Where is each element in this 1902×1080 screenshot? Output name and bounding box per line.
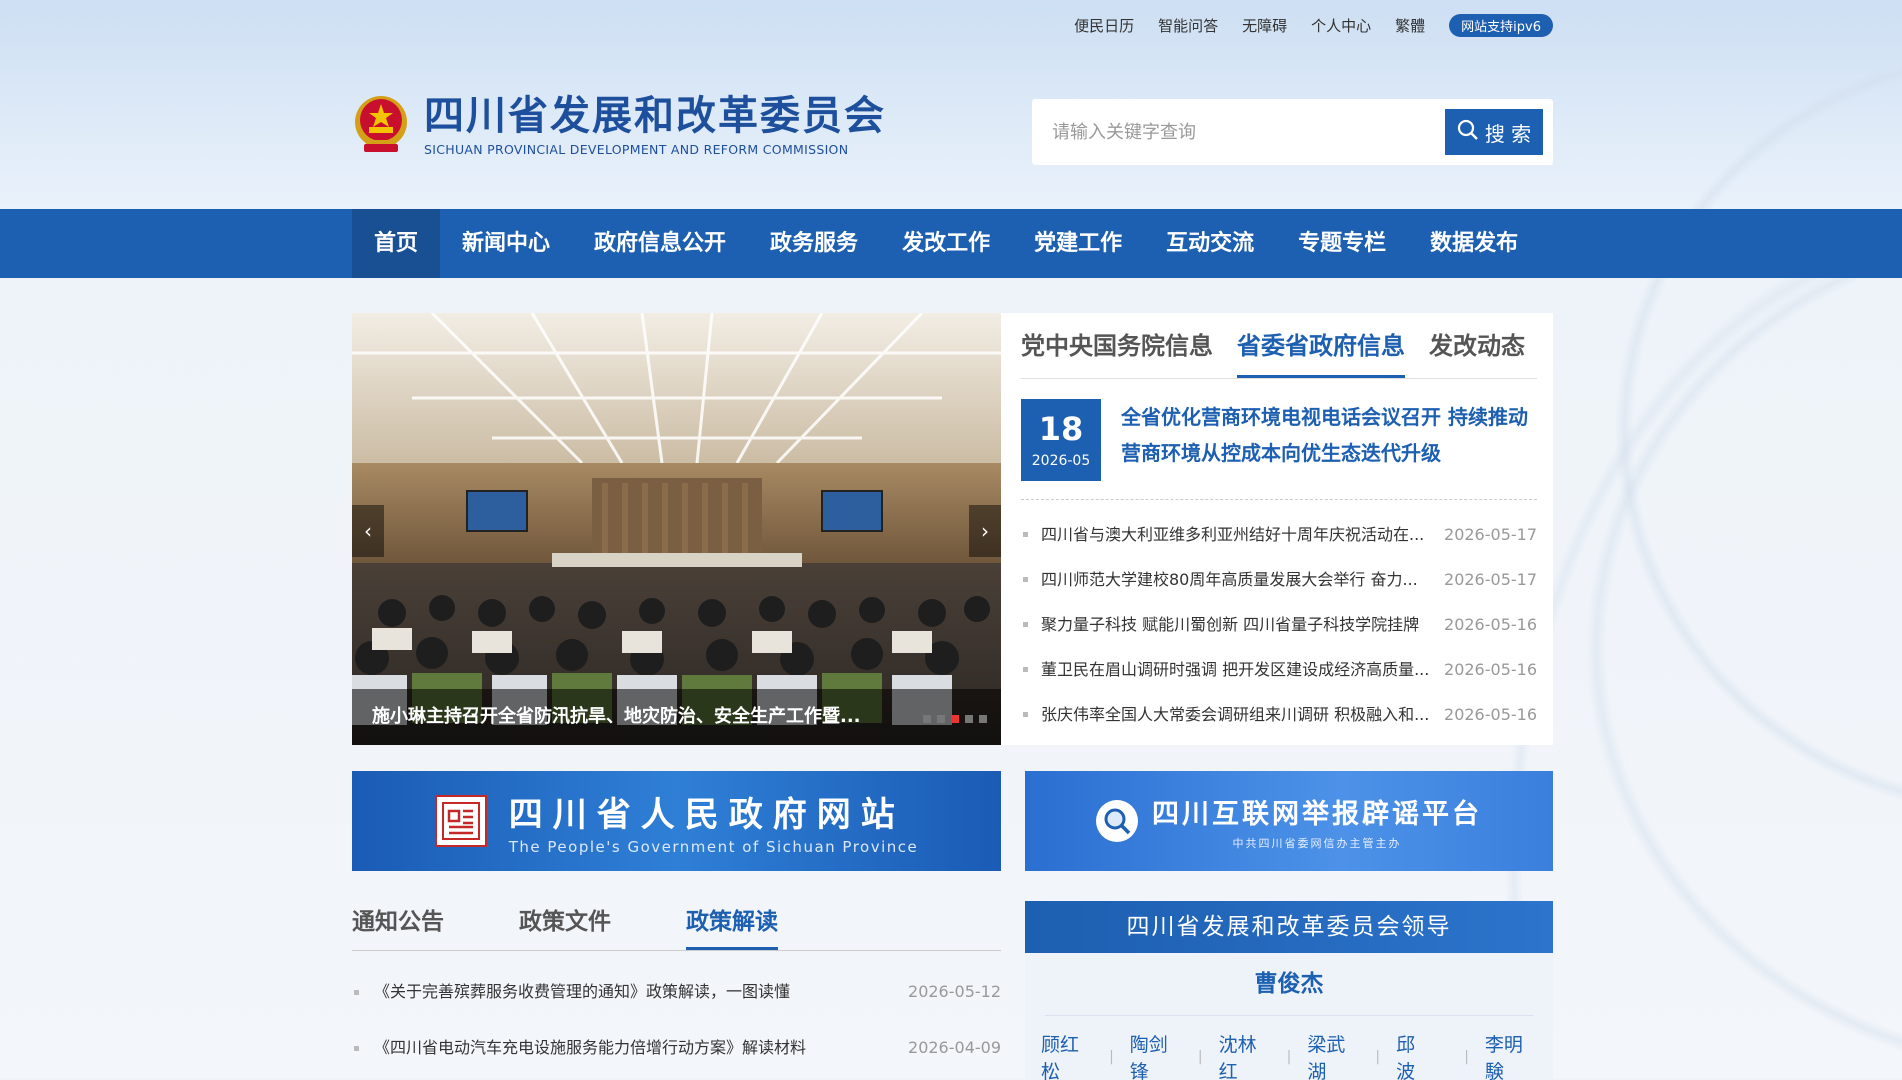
list-item[interactable]: 董卫民在眉山调研时强调 把开发区建设成经济高质量... 2026-05-16 (1021, 647, 1537, 692)
policy-date: 2026-04-09 (908, 1038, 1001, 1057)
sichuan-seal-icon (434, 795, 487, 847)
policy-title[interactable]: 《四川省电动汽车充电设施服务能力倍增行动方案》解读材料 (352, 1020, 806, 1076)
headline-news[interactable]: 18 2026-05 全省优化营商环境电视电话会议召开 持续推动营商环境从控成本… (1021, 379, 1537, 500)
ipv6-badge[interactable]: 网站支持ipv6 (1449, 14, 1553, 37)
tab-reform-news[interactable]: 发改动态 (1429, 313, 1525, 378)
main-nav: 首页 新闻中心 政府信息公开 政务服务 发改工作 党建工作 互动交流 专题专栏 … (0, 209, 1902, 278)
news-date: 2026-05-16 (1444, 705, 1537, 724)
headline-title[interactable]: 全省优化营商环境电视电话会议召开 持续推动营商环境从控成本向优生态迭代升级 (1121, 399, 1537, 481)
news-date: 2026-05-17 (1444, 525, 1537, 544)
meeting-hall-photo (352, 313, 1001, 745)
news-title[interactable]: 董卫民在眉山调研时强调 把开发区建设成经济高质量... (1021, 647, 1441, 692)
news-tabs: 党中央国务院信息 省委省政府信息 发改动态 (1021, 313, 1537, 379)
slider-dot[interactable] (937, 715, 945, 723)
site-name-en: SICHUAN PROVINCIAL DEVELOPMENT AND REFOR… (424, 141, 849, 157)
search-button[interactable]: 搜 索 (1445, 109, 1543, 155)
news-title[interactable]: 聚力量子科技 赋能川蜀创新 四川省量子科技学院挂牌 (1021, 602, 1441, 647)
slider-next-button[interactable]: › (969, 505, 1001, 557)
site-logo[interactable]: 四川省发展和改革委员会 SICHUAN PROVINCIAL DEVELOPME… (352, 92, 886, 158)
news-date: 2026-05-16 (1444, 660, 1537, 679)
top-link-traditional-chinese[interactable]: 繁體 (1395, 15, 1425, 36)
leader-director[interactable]: 曹俊杰 (1045, 953, 1533, 1016)
banner-provincial-government[interactable]: 四川省人民政府网站 The People's Government of Sic… (352, 771, 1001, 871)
list-item[interactable]: 四川省与澳大利亚维多利亚州结好十周年庆祝活动在... 2026-05-17 (1021, 512, 1537, 557)
slider-dots (923, 715, 987, 723)
headline-day: 18 (1038, 410, 1084, 448)
leader-member[interactable]: 顾红松 (1025, 1030, 1109, 1080)
nav-party-building[interactable]: 党建工作 (1012, 209, 1144, 278)
tab-provincial-government[interactable]: 省委省政府信息 (1237, 313, 1405, 378)
leader-members: 顾红松 | 陶剑锋 | 沈林红 | 梁武湖 | 邱 波 | 李明験 (1025, 1016, 1553, 1080)
list-item[interactable]: 《四川省电动汽车充电设施服务能力倍增行动方案》解读材料 2026-04-09 (352, 1020, 1001, 1076)
site-name-cn: 四川省发展和改革委员会 (424, 92, 886, 139)
slider-dot-active[interactable] (951, 715, 959, 723)
tab-policy-interpretation[interactable]: 政策解读 (686, 893, 778, 950)
top-link-calendar[interactable]: 便民日历 (1074, 15, 1134, 36)
nav-reform-work[interactable]: 发改工作 (880, 209, 1012, 278)
slider-dot[interactable] (965, 715, 973, 723)
leader-member[interactable]: 沈林红 (1203, 1030, 1287, 1080)
top-links: 便民日历 智能问答 无障碍 个人中心 繁體 网站支持ipv6 (1074, 14, 1553, 37)
search-input[interactable] (1052, 121, 1445, 143)
news-list: 四川省与澳大利亚维多利亚州结好十周年庆祝活动在... 2026-05-17 四川师… (1021, 500, 1537, 737)
leaders-title: 四川省发展和改革委员会领导 (1025, 901, 1553, 953)
tab-central-government[interactable]: 党中央国务院信息 (1021, 313, 1213, 378)
news-date: 2026-05-17 (1444, 570, 1537, 589)
banner-gov-title: 四川省人民政府网站 (508, 794, 905, 835)
leader-member[interactable]: 邱 波 (1380, 1030, 1464, 1080)
search-box: 搜 索 (1032, 99, 1553, 165)
nav-special-topics[interactable]: 专题专栏 (1276, 209, 1408, 278)
banner-gov-subtitle: The People's Government of Sichuan Provi… (508, 837, 919, 856)
slider-prev-button[interactable]: ‹ (352, 505, 384, 557)
list-item[interactable]: 聚力量子科技 赋能川蜀创新 四川省量子科技学院挂牌 2026-05-16 (1021, 602, 1537, 647)
policy-date: 2026-05-12 (908, 982, 1001, 1001)
nav-government-services[interactable]: 政务服务 (748, 209, 880, 278)
list-item[interactable]: 《关于完善殡葬服务收费管理的通知》政策解读，一图读懂 2026-05-12 (352, 964, 1001, 1020)
national-emblem-icon (352, 92, 410, 158)
tab-policy-documents[interactable]: 政策文件 (519, 893, 611, 950)
news-slider[interactable]: ‹ › 施小琳主持召开全省防汛抗旱、地灾防治、安全生产工作暨... (352, 313, 1001, 745)
headline-year-month: 2026-05 (1031, 453, 1091, 469)
news-panel: 党中央国务院信息 省委省政府信息 发改动态 18 2026-05 全省优化营商环… (1001, 313, 1553, 745)
banner-report-platform[interactable]: 四川互联网举报辟谣平台 中共四川省委网信办主管主办 (1025, 771, 1553, 871)
slider-dot[interactable] (923, 715, 931, 723)
leader-member[interactable]: 李明験 (1469, 1030, 1553, 1080)
leader-member[interactable]: 梁武湖 (1291, 1030, 1375, 1080)
nav-info-disclosure[interactable]: 政府信息公开 (572, 209, 748, 278)
list-item[interactable]: 张庆伟率全国人大常委会调研组来川调研 积极融入和... 2026-05-16 (1021, 692, 1537, 737)
banner-report-subtitle: 中共四川省委网信办主管主办 (1232, 836, 1402, 850)
magnifier-icon (1096, 800, 1138, 842)
leader-member[interactable]: 陶剑锋 (1114, 1030, 1198, 1080)
news-date: 2026-05-16 (1444, 615, 1537, 634)
tab-notices[interactable]: 通知公告 (352, 893, 444, 950)
nav-home[interactable]: 首页 (352, 209, 441, 278)
news-title[interactable]: 四川省与澳大利亚维多利亚州结好十周年庆祝活动在... (1021, 512, 1441, 557)
policy-tabs: 通知公告 政策文件 政策解读 (352, 893, 1001, 951)
search-icon (1457, 119, 1479, 146)
slider-dot[interactable] (979, 715, 987, 723)
leaders-panel: 四川省发展和改革委员会领导 曹俊杰 顾红松 | 陶剑锋 | 沈林红 | 梁武湖 | 邱 … (1025, 901, 1553, 1080)
search-button-label: 搜 索 (1484, 121, 1532, 146)
top-link-accessibility[interactable]: 无障碍 (1242, 15, 1287, 36)
banner-report-title: 四川互联网举报辟谣平台 (1152, 798, 1482, 830)
headline-date: 18 2026-05 (1021, 399, 1101, 481)
news-title[interactable]: 四川师范大学建校80周年高质量发展大会举行 奋力... (1021, 557, 1441, 602)
policy-list: 《关于完善殡葬服务收费管理的通知》政策解读，一图读懂 2026-05-12 《四川… (352, 964, 1001, 1076)
nav-news-center[interactable]: 新闻中心 (440, 209, 572, 278)
policy-title[interactable]: 《关于完善殡葬服务收费管理的通知》政策解读，一图读懂 (352, 964, 790, 1020)
nav-interaction[interactable]: 互动交流 (1144, 209, 1276, 278)
news-title[interactable]: 张庆伟率全国人大常委会调研组来川调研 积极融入和... (1021, 692, 1441, 737)
slider-caption[interactable]: 施小琳主持召开全省防汛抗旱、地灾防治、安全生产工作暨... (352, 689, 1001, 745)
list-item[interactable]: 四川师范大学建校80周年高质量发展大会举行 奋力... 2026-05-17 (1021, 557, 1537, 602)
nav-data-release[interactable]: 数据发布 (1408, 209, 1540, 278)
top-link-personal-center[interactable]: 个人中心 (1311, 15, 1371, 36)
top-link-qa[interactable]: 智能问答 (1158, 15, 1218, 36)
